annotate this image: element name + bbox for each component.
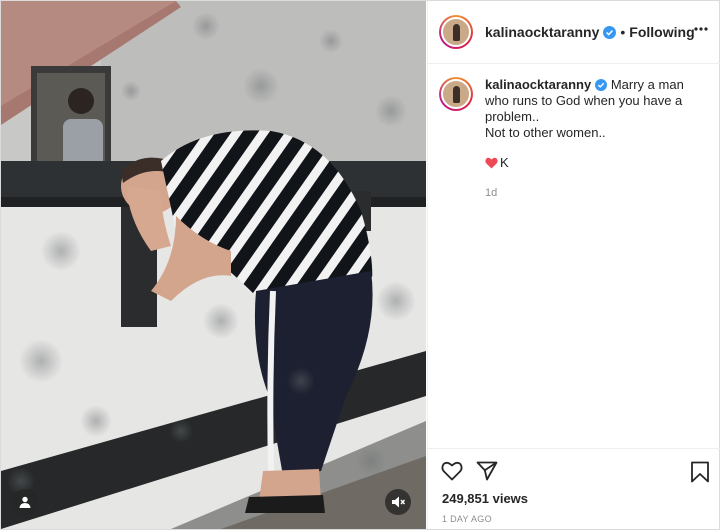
caption-block: kalinaocktaranny Marry a man who runs to… (428, 77, 720, 201)
bookmark-icon[interactable] (690, 461, 710, 483)
comment-row: K (485, 155, 710, 171)
post-video[interactable] (1, 1, 426, 529)
caption-timestamp[interactable]: 1d (485, 185, 710, 201)
post-header: kalinaocktaranny • Following (428, 1, 720, 64)
speaker-muted-icon (392, 496, 405, 508)
post-date[interactable]: 1 DAY AGO (442, 514, 492, 524)
comment-text: K (500, 155, 509, 170)
header-username[interactable]: kalinaocktaranny (485, 24, 599, 40)
red-heart-icon (485, 157, 498, 169)
more-options-icon[interactable] (694, 27, 708, 31)
post-side-panel: kalinaocktaranny • Following kalinaockta… (427, 1, 720, 529)
instagram-post: kalinaocktaranny • Following kalinaockta… (0, 0, 720, 530)
verified-badge-icon (595, 79, 608, 91)
view-count[interactable]: 249,851 views (442, 491, 528, 506)
caption-username[interactable]: kalinaocktaranny (485, 77, 591, 92)
action-bar (428, 448, 720, 489)
dot-separator: • (620, 24, 626, 40)
heart-outline-icon[interactable] (441, 461, 463, 481)
paper-plane-icon[interactable] (476, 461, 498, 481)
user-tag-button[interactable] (12, 489, 38, 515)
user-tag-icon (19, 496, 31, 508)
video-frame (1, 1, 426, 529)
header-avatar[interactable] (439, 15, 473, 49)
mute-button[interactable] (385, 489, 411, 515)
verified-badge-icon (603, 25, 617, 39)
following-button[interactable]: Following (629, 24, 694, 40)
caption-avatar[interactable] (439, 77, 473, 111)
